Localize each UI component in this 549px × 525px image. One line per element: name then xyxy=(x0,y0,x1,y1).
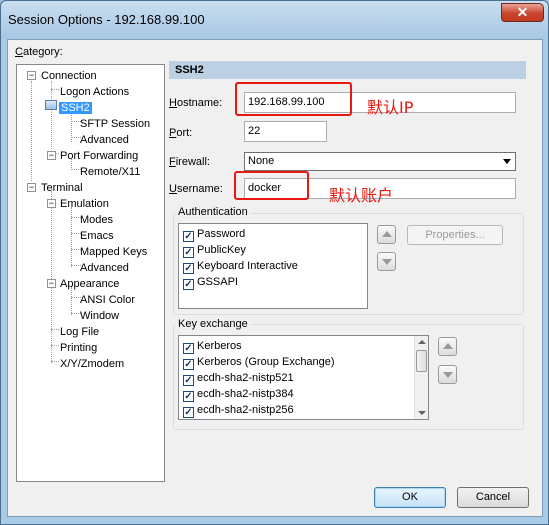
list-item[interactable]: ✓ PublicKey xyxy=(183,242,246,258)
window-title: Session Options - 192.168.99.100 xyxy=(8,12,205,27)
tree-item-emulation[interactable]: Emulation xyxy=(60,197,109,212)
tree-item-appearance[interactable]: Appearance xyxy=(60,277,119,292)
dialog-client-area: Category: − − − − − Connection Logon Act… xyxy=(7,39,543,517)
checkbox-checked-icon[interactable]: ✓ xyxy=(183,343,194,354)
tree-item-printing[interactable]: Printing xyxy=(60,341,97,356)
kex-move-down-button[interactable] xyxy=(438,365,457,384)
tree-item-ssh2[interactable]: SSH2 xyxy=(59,101,92,116)
category-label: Category: xyxy=(15,46,63,58)
arrow-up-icon xyxy=(382,231,392,237)
collapse-icon[interactable]: − xyxy=(27,183,36,192)
close-button[interactable]: ✕ xyxy=(501,3,544,22)
tree-item-terminal[interactable]: Terminal xyxy=(41,181,83,196)
list-item[interactable]: ✓ Kerberos (Group Exchange) xyxy=(183,354,335,370)
list-item[interactable]: ✓ Kerberos xyxy=(183,338,242,354)
checkbox-checked-icon[interactable]: ✓ xyxy=(183,279,194,290)
annotation-default-ip: 默认IP xyxy=(367,98,414,117)
cancel-button[interactable]: Cancel xyxy=(457,487,529,508)
tree-item-mapped-keys[interactable]: Mapped Keys xyxy=(80,245,147,260)
ok-button[interactable]: OK xyxy=(374,487,446,508)
authentication-list[interactable]: ✓ Password ✓ PublicKey ✓ Keyboard Interacti… xyxy=(178,223,368,309)
list-item[interactable]: ✓ GSSAPI xyxy=(183,274,238,290)
title-bar[interactable]: Session Options - 192.168.99.100 ✕ xyxy=(1,1,548,39)
collapse-icon[interactable]: − xyxy=(27,71,36,80)
tree-item-xyzmodem[interactable]: X/Y/Zmodem xyxy=(60,357,124,372)
tree-item-port-forwarding[interactable]: Port Forwarding xyxy=(60,149,138,164)
list-item[interactable]: ✓ ecdh-sha2-nistp256 xyxy=(183,402,294,418)
tree-item-log-file[interactable]: Log File xyxy=(60,325,99,340)
checkbox-checked-icon[interactable]: ✓ xyxy=(183,263,194,274)
arrow-down-icon xyxy=(443,372,453,378)
checkbox-checked-icon[interactable]: ✓ xyxy=(183,247,194,258)
category-tree[interactable]: − − − − − Connection Logon Actions SSH2 … xyxy=(16,64,165,482)
session-options-window: Session Options - 192.168.99.100 ✕ Categ… xyxy=(0,0,549,525)
properties-button[interactable]: Properties... xyxy=(407,225,503,245)
collapse-icon[interactable]: − xyxy=(47,199,56,208)
tree-item-remote-x11[interactable]: Remote/X11 xyxy=(80,165,140,180)
key-exchange-list[interactable]: ✓ Kerberos ✓ Kerberos (Group Exchange) ✓ ec… xyxy=(178,335,429,420)
tree-item-ansi-color[interactable]: ANSI Color xyxy=(80,293,135,308)
move-up-button[interactable] xyxy=(377,225,396,244)
list-item[interactable]: ✓ Password xyxy=(183,226,245,242)
tree-item-connection[interactable]: Connection xyxy=(41,69,97,84)
checkbox-checked-icon[interactable]: ✓ xyxy=(183,231,194,242)
checkbox-checked-icon[interactable]: ✓ xyxy=(183,407,194,418)
tree-item-emulation-advanced[interactable]: Advanced xyxy=(80,261,129,276)
checkbox-checked-icon[interactable]: ✓ xyxy=(183,391,194,402)
tree-item-modes[interactable]: Modes xyxy=(80,213,113,228)
chevron-down-icon xyxy=(503,159,511,164)
ssh2-icon xyxy=(45,100,57,115)
collapse-icon[interactable]: − xyxy=(47,279,56,288)
scroll-up-icon[interactable] xyxy=(418,340,426,344)
username-label: Username: xyxy=(169,183,223,195)
list-item[interactable]: ✓ ecdh-sha2-nistp384 xyxy=(183,386,294,402)
annotation-default-account: 默认账户 xyxy=(329,186,394,205)
scroll-down-icon[interactable] xyxy=(418,411,426,415)
arrow-down-icon xyxy=(382,259,392,265)
close-icon: ✕ xyxy=(516,4,529,20)
tree-item-logon-actions[interactable]: Logon Actions xyxy=(60,85,129,100)
hostname-label: Hostname: xyxy=(169,97,223,109)
list-item[interactable]: ✓ Keyboard Interactive xyxy=(183,258,298,274)
collapse-icon[interactable]: − xyxy=(47,151,56,160)
move-down-button[interactable] xyxy=(377,252,396,271)
checkbox-checked-icon[interactable]: ✓ xyxy=(183,359,194,370)
key-exchange-scrollbar[interactable] xyxy=(414,336,428,419)
kex-move-up-button[interactable] xyxy=(438,337,457,356)
scroll-thumb[interactable] xyxy=(416,350,427,372)
key-exchange-title: Key exchange xyxy=(176,318,250,330)
username-highlight xyxy=(234,171,309,200)
firewall-select[interactable]: None xyxy=(244,152,516,171)
hostname-highlight xyxy=(235,82,352,116)
port-input[interactable]: 22 xyxy=(244,121,327,142)
list-item[interactable]: ✓ ecdh-sha2-nistp521 xyxy=(183,370,294,386)
tree-item-window[interactable]: Window xyxy=(80,309,119,324)
tree-item-sftp-session[interactable]: SFTP Session xyxy=(80,117,150,132)
checkbox-checked-icon[interactable]: ✓ xyxy=(183,375,194,386)
arrow-up-icon xyxy=(443,343,453,349)
firewall-label: Firewall: xyxy=(169,156,210,168)
authentication-title: Authentication xyxy=(176,206,250,218)
tree-item-emacs[interactable]: Emacs xyxy=(80,229,114,244)
tree-item-advanced[interactable]: Advanced xyxy=(80,133,129,148)
port-label: Port: xyxy=(169,127,193,139)
panel-header: SSH2 xyxy=(169,61,526,79)
